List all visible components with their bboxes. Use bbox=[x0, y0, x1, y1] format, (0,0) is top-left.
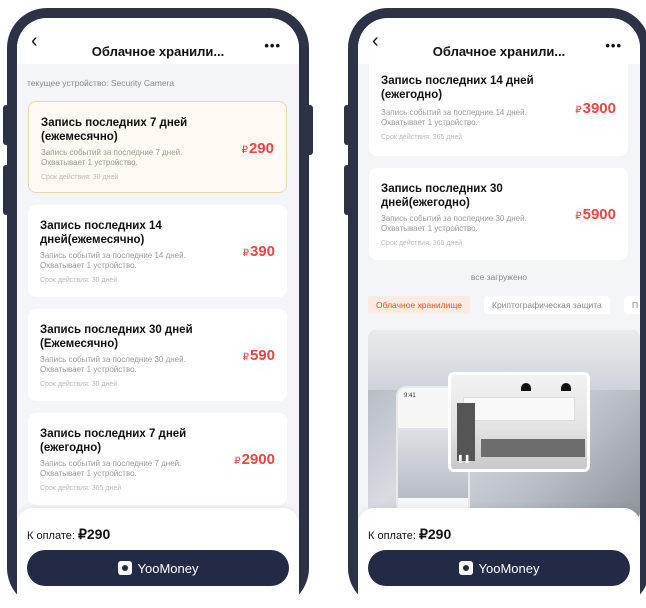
pay-label: К оплате: bbox=[368, 530, 416, 542]
price-value: 390 bbox=[249, 243, 275, 260]
yoomoney-pay-button[interactable]: YooMoney bbox=[27, 550, 289, 586]
currency-symbol: ₽ bbox=[234, 456, 241, 467]
plan-price: ₽5900 bbox=[575, 206, 616, 223]
yoomoney-logo-icon bbox=[458, 561, 473, 575]
plan-card[interactable]: Запись последних 7 дней (ежегодно) Запис… bbox=[28, 413, 287, 505]
pay-button-label: YooMoney bbox=[478, 560, 540, 576]
currency-symbol: ₽ bbox=[242, 248, 249, 259]
plan-description: Запись событий за последние 7 дней. Охва… bbox=[40, 459, 182, 478]
volume-down-button bbox=[3, 165, 9, 215]
phone-frame-left: ‹ Облачное хранили... ••• текущее устрой… bbox=[7, 8, 309, 608]
top-bar: ‹ Облачное хранили... ••• bbox=[17, 18, 299, 64]
power-button bbox=[640, 105, 646, 155]
plan-card[interactable]: Запись последних 30 дней (Ежемесячно) За… bbox=[28, 309, 287, 401]
current-device-label: текущее устройство: Security Camera bbox=[27, 78, 175, 88]
plan-description: Запись событий за последние 7 дней. Охва… bbox=[41, 148, 183, 167]
plan-price: ₽590 bbox=[243, 347, 275, 364]
plan-term: Срок действия: 30 дней bbox=[40, 381, 118, 388]
plan-title: Запись последних 14 дней (ежегодно) bbox=[381, 75, 534, 101]
plan-title: Запись последних 30 дней (Ежемесячно) bbox=[40, 324, 193, 350]
promo-video-preview: ❚❚ bbox=[448, 372, 590, 472]
plan-card[interactable]: Запись последних 7 дней (ежемесячно) Зап… bbox=[28, 101, 287, 193]
kitchen-cabinets bbox=[463, 397, 575, 421]
price-value: 2900 bbox=[241, 451, 275, 468]
plan-term: Срок действия: 30 дней bbox=[41, 174, 119, 181]
yoomoney-pay-button[interactable]: YooMoney bbox=[368, 550, 630, 586]
price-value: 590 bbox=[249, 347, 275, 364]
screen-right: ‹ Облачное хранили... ••• Запись последн… bbox=[358, 18, 640, 608]
plan-description: Запись событий за последние 30 дней. Охв… bbox=[40, 355, 186, 374]
phone-frame-right: ‹ Облачное хранили... ••• Запись последн… bbox=[348, 8, 646, 608]
volume-up-button bbox=[3, 105, 9, 145]
currency-symbol: ₽ bbox=[575, 105, 582, 116]
plan-term: Срок действия: 30 дней bbox=[40, 277, 118, 284]
kitchen-island bbox=[481, 439, 585, 457]
power-button bbox=[307, 105, 313, 155]
plan-term: Срок действия: 365 дней bbox=[40, 485, 122, 492]
plan-title: Запись последних 14 дней(ежемесячно) bbox=[40, 220, 162, 246]
currency-symbol: ₽ bbox=[241, 145, 248, 156]
payment-panel: К оплате: ₽290 YooMoney bbox=[358, 508, 640, 608]
pay-label: К оплате: bbox=[27, 530, 75, 542]
plan-price: ₽3900 bbox=[575, 100, 616, 117]
more-dots-icon[interactable]: ••• bbox=[264, 38, 281, 53]
pay-total: К оплате: ₽290 bbox=[368, 526, 451, 543]
kitchen-fridge bbox=[457, 403, 475, 461]
page-title: Облачное хранили... bbox=[432, 44, 566, 59]
plan-term: Срок действия: 365 дней bbox=[381, 134, 463, 141]
lamp-icon bbox=[561, 383, 571, 391]
promo-phone-time: 9:41 bbox=[404, 393, 416, 399]
promo-image: 9:41 ❚❚ bbox=[368, 330, 640, 520]
plan-card[interactable]: Запись последних 14 дней (ежегодно) Запи… bbox=[369, 64, 628, 156]
plan-price: ₽290 bbox=[242, 140, 274, 157]
price-value: 290 bbox=[248, 140, 274, 157]
payment-panel: К оплате: ₽290 YooMoney bbox=[17, 508, 299, 608]
plan-description: Запись событий за последние 30 дней. Охв… bbox=[381, 214, 527, 233]
plan-description: Запись событий за последние 14 дней. Охв… bbox=[381, 108, 527, 127]
screen-left: ‹ Облачное хранили... ••• текущее устрой… bbox=[17, 18, 299, 608]
plan-title: Запись последних 30 дней(ежегодно) bbox=[381, 183, 503, 209]
page-title: Облачное хранили... bbox=[91, 44, 225, 59]
plan-title: Запись последних 7 дней (ежегодно) bbox=[40, 428, 187, 454]
all-loaded-text: все загружено bbox=[470, 272, 528, 282]
plan-description: Запись событий за последние 14 дней. Охв… bbox=[40, 251, 186, 270]
more-dots-icon[interactable]: ••• bbox=[605, 38, 622, 53]
pay-amount: ₽290 bbox=[418, 526, 452, 542]
tab-next[interactable]: П bbox=[624, 296, 640, 314]
lamp-icon bbox=[521, 383, 531, 391]
price-value: 3900 bbox=[582, 100, 616, 117]
plan-card[interactable]: Запись последних 14 дней(ежемесячно) Зап… bbox=[28, 205, 287, 297]
pause-icon: ❚❚ bbox=[457, 454, 471, 463]
plan-title: Запись последних 7 дней (ежемесячно) bbox=[41, 117, 188, 143]
price-value: 5900 bbox=[582, 206, 616, 223]
tab-cloud-storage[interactable]: Облачное хранилище bbox=[368, 296, 471, 314]
pay-button-label: YooMoney bbox=[137, 560, 199, 576]
plan-term: Срок действия: 365 дней bbox=[381, 240, 463, 247]
pay-amount: ₽290 bbox=[77, 526, 111, 542]
currency-symbol: ₽ bbox=[242, 352, 249, 363]
currency-symbol: ₽ bbox=[575, 211, 582, 222]
pay-total: К оплате: ₽290 bbox=[27, 526, 110, 543]
yoomoney-logo-icon bbox=[117, 561, 132, 575]
tab-crypto-protection[interactable]: Криптографическая защита bbox=[484, 296, 610, 314]
volume-up-button bbox=[344, 105, 350, 145]
top-bar: ‹ Облачное хранили... ••• bbox=[358, 18, 640, 64]
volume-down-button bbox=[344, 165, 350, 215]
plan-price: ₽2900 bbox=[234, 451, 275, 468]
feature-tabs: Облачное хранилище Криптографическая защ… bbox=[368, 296, 640, 316]
plan-price: ₽390 bbox=[243, 243, 275, 260]
plan-card[interactable]: Запись последних 30 дней(ежегодно) Запис… bbox=[369, 168, 628, 260]
